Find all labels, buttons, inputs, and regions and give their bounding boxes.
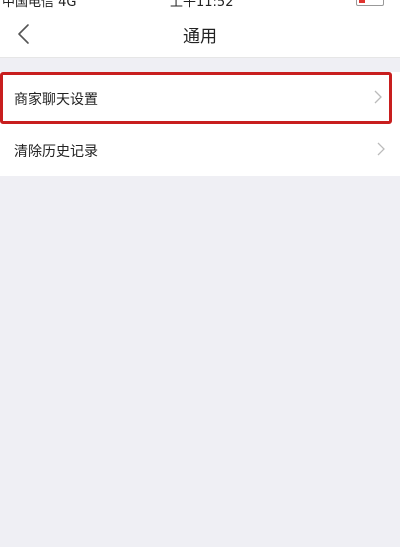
page-title: 通用: [183, 27, 217, 47]
settings-list: 商家聊天设置 清除历史记录: [0, 72, 400, 176]
settings-item-clear-history[interactable]: 清除历史记录: [0, 124, 400, 176]
status-bar: 中国电信 4G 上午11:52: [0, 0, 400, 12]
nav-bar: 通用: [0, 12, 400, 58]
chevron-right-icon: [374, 90, 382, 104]
chevron-right-icon: [377, 142, 385, 156]
settings-item-label: 商家聊天设置: [14, 92, 98, 108]
carrier-label: 中国电信 4G: [2, 0, 77, 10]
settings-item-label: 清除历史记录: [14, 144, 98, 160]
settings-item-merchant-chat[interactable]: 商家聊天设置: [0, 72, 392, 124]
battery-icon: [356, 0, 384, 6]
clock-label: 上午11:52: [170, 0, 234, 10]
